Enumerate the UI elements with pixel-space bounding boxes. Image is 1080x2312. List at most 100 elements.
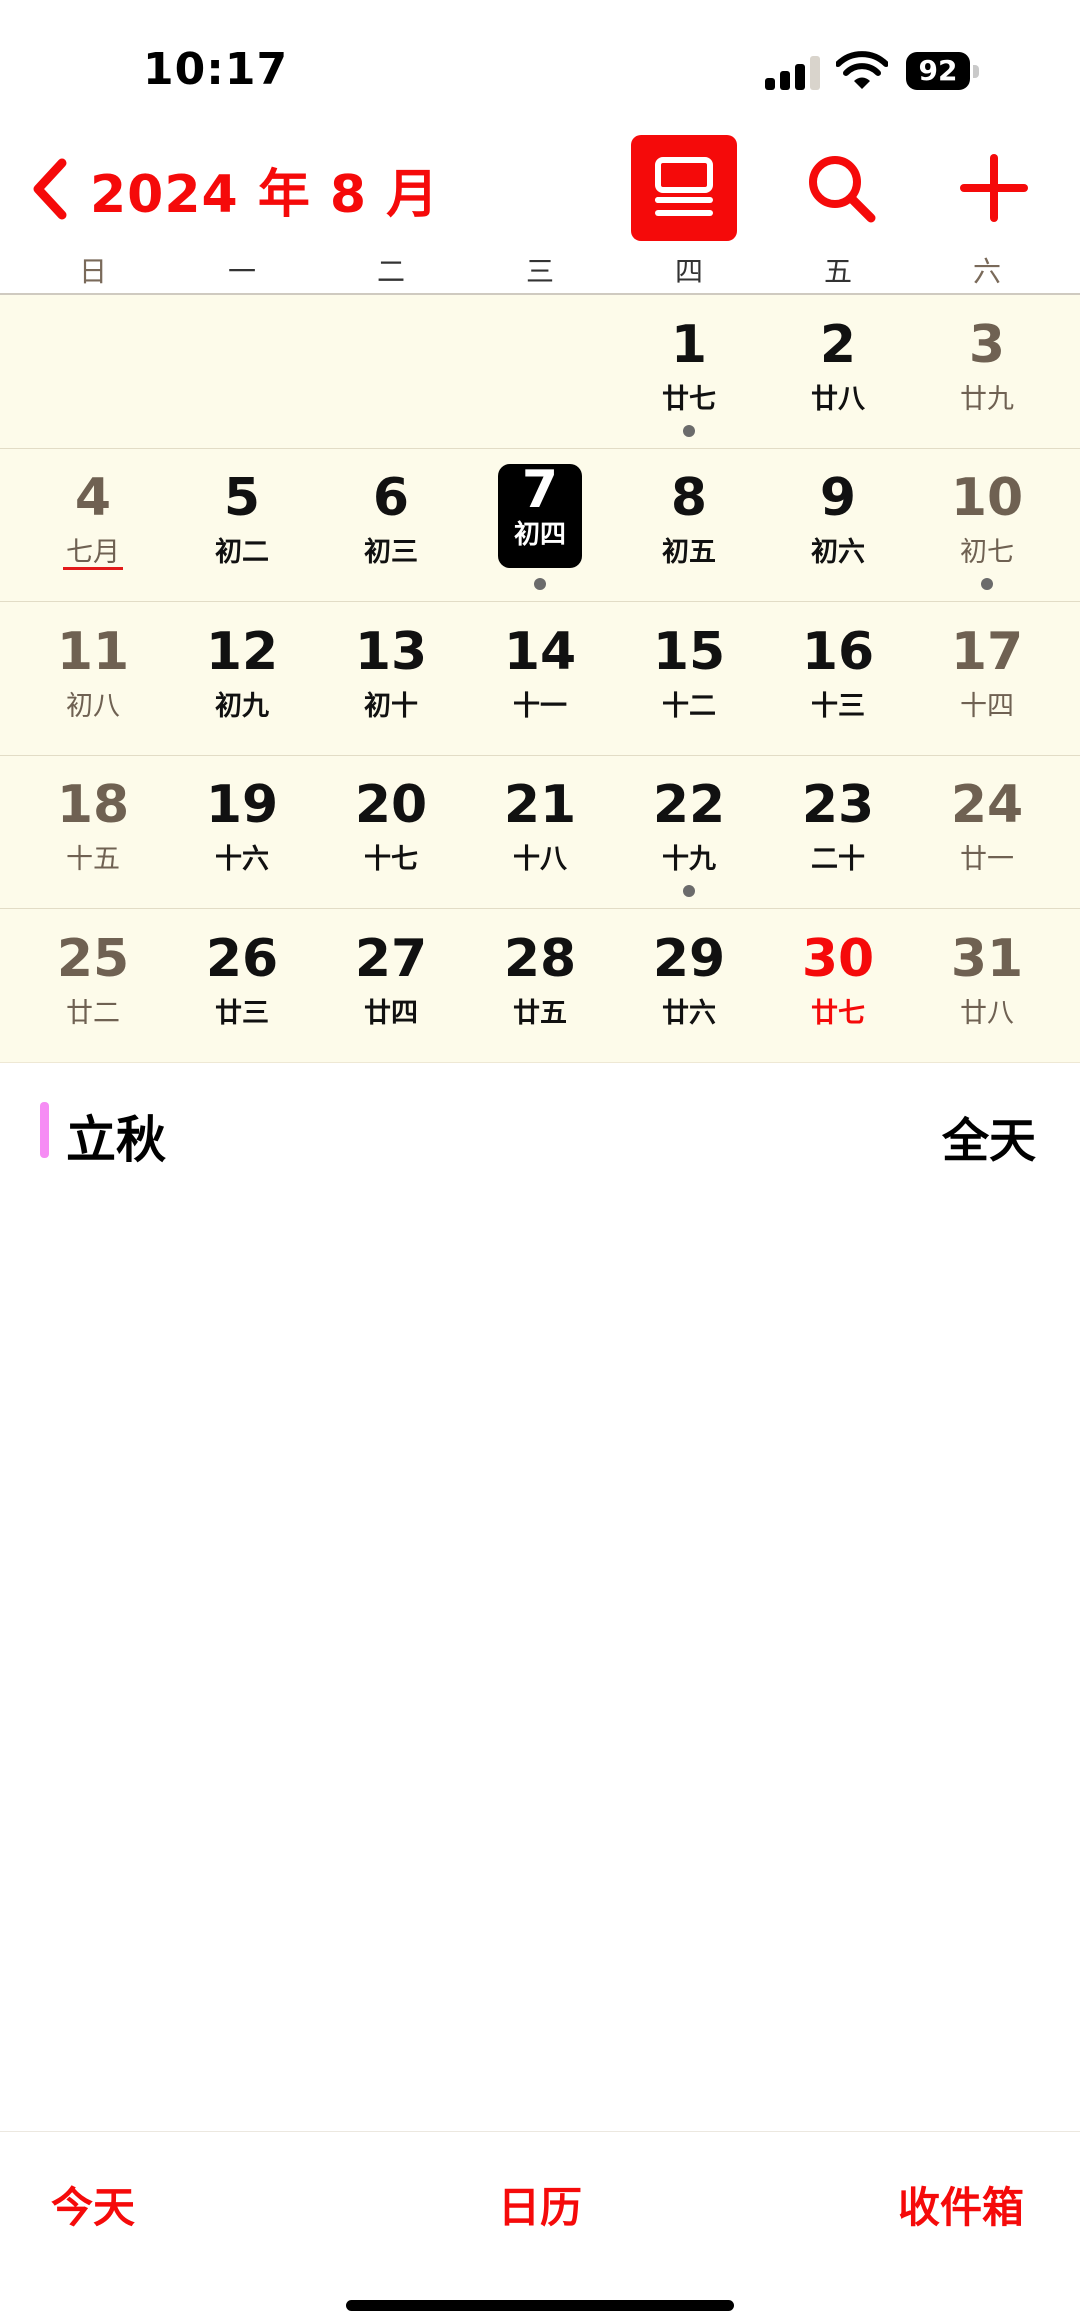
day-cell[interactable]: 29 廿六 <box>615 909 763 1062</box>
day-cell[interactable]: 3 廿九 <box>913 295 1061 448</box>
add-event-button[interactable] <box>958 152 1030 224</box>
month-title: 2024 年 8 月 <box>90 164 440 225</box>
calendars-tab[interactable]: 日历 <box>498 2174 582 2235</box>
day-cell[interactable]: 16 十三 <box>764 602 912 755</box>
event-indicator-dot <box>981 578 993 590</box>
day-cell[interactable]: 17 十四 <box>913 602 1061 755</box>
day-number: 11 <box>56 622 130 682</box>
list-view-button[interactable] <box>631 135 737 241</box>
day-number: 12 <box>205 622 279 682</box>
event-time: 全天 <box>942 1114 1036 1169</box>
plus-icon <box>960 154 1028 222</box>
day-cell[interactable]: 21 十八 <box>466 755 614 908</box>
day-number: 27 <box>354 929 428 989</box>
lunar-date: 十七 <box>364 844 418 875</box>
day-number: 8 <box>670 468 708 528</box>
list-view-icon <box>655 157 713 216</box>
lunar-date: 初十 <box>364 691 418 722</box>
day-cell[interactable]: 18 十五 <box>19 755 167 908</box>
battery-icon: 92 <box>906 52 979 92</box>
week-row: 18 十五 19 十六 20 十七 21 十八 22 十九 23 二十 24 廿一 <box>0 755 1080 909</box>
day-cell[interactable]: 8 初五 <box>615 448 763 601</box>
day-cell[interactable]: 24 廿一 <box>913 755 1061 908</box>
lunar-date: 十五 <box>66 844 120 875</box>
status-time: 10:17 <box>143 44 289 95</box>
day-number: 18 <box>56 775 130 835</box>
nav-bar: 2024 年 8 月 <box>0 130 1080 250</box>
chevron-left-icon <box>33 158 67 220</box>
day-cell[interactable]: 13 初十 <box>317 602 465 755</box>
day-cell[interactable]: 6 初三 <box>317 448 465 601</box>
day-number: 25 <box>56 929 130 989</box>
day-number: 28 <box>503 929 577 989</box>
lunar-date: 十一 <box>513 691 567 722</box>
day-number: 16 <box>801 622 875 682</box>
lunar-date: 初九 <box>215 691 269 722</box>
day-number: 30 <box>801 929 875 989</box>
tab-bar: 今天 日历 收件箱 <box>0 2131 1080 2312</box>
day-cell[interactable]: 28 廿五 <box>466 909 614 1062</box>
event-color-bar <box>40 1102 49 1158</box>
lunar-date: 七月 <box>66 537 120 568</box>
day-cell[interactable]: 30 廿七 <box>764 909 912 1062</box>
lunar-date: 廿六 <box>662 998 716 1029</box>
week-row: 11 初八 12 初九 13 初十 14 十一 15 十二 16 十三 17 十四 <box>0 602 1080 756</box>
day-number: 20 <box>354 775 428 835</box>
lunar-month-underline <box>63 567 123 570</box>
day-cell[interactable]: 11 初八 <box>19 602 167 755</box>
lunar-date: 十八 <box>513 844 567 875</box>
lunar-date: 十三 <box>811 691 865 722</box>
back-button[interactable]: 2024 年 8 月 <box>28 154 440 225</box>
day-cell[interactable]: 22 十九 <box>615 755 763 908</box>
event-item[interactable]: 立秋 全天 <box>0 1090 1080 1170</box>
day-cell[interactable]: 25 廿二 <box>19 909 167 1062</box>
lunar-date: 廿七 <box>662 384 716 415</box>
day-cell[interactable]: 2 廿八 <box>764 295 912 448</box>
lunar-date: 初四 <box>513 520 566 550</box>
day-cell[interactable]: 27 廿四 <box>317 909 465 1062</box>
day-number: 15 <box>652 622 726 682</box>
day-cell[interactable]: 7 初四 <box>466 448 614 601</box>
day-cell[interactable]: 9 初六 <box>764 448 912 601</box>
cellular-signal-icon <box>765 54 821 90</box>
weekday-sat: 六 <box>972 255 1001 288</box>
day-cell[interactable]: 20 十七 <box>317 755 465 908</box>
day-cell[interactable]: 14 十一 <box>466 602 614 755</box>
day-cell[interactable]: 26 廿三 <box>168 909 316 1062</box>
day-number: 6 <box>372 468 410 528</box>
event-indicator-dot <box>534 578 546 590</box>
day-number: 19 <box>205 775 279 835</box>
month-grid: 1 廿七 2 廿八 3 廿九 4 七月 5 初二 6 初三 7 初四 8 初五 9 初六 10 初七 11 初八 12 初九 1… <box>0 295 1080 1063</box>
lunar-date: 廿八 <box>811 384 865 415</box>
status-bar: 10:17 92 <box>0 0 1080 130</box>
weekday-wed: 三 <box>525 255 554 288</box>
day-cell[interactable]: 1 廿七 <box>615 295 763 448</box>
day-cell[interactable]: 12 初九 <box>168 602 316 755</box>
day-number: 14 <box>503 622 577 682</box>
day-number: 31 <box>950 929 1024 989</box>
day-number: 13 <box>354 622 428 682</box>
day-number: 26 <box>205 929 279 989</box>
home-indicator <box>346 2300 734 2311</box>
day-number: 29 <box>652 929 726 989</box>
search-button[interactable] <box>805 152 877 224</box>
lunar-date: 十四 <box>960 691 1014 722</box>
lunar-date: 十九 <box>662 844 716 875</box>
day-cell[interactable]: 23 二十 <box>764 755 912 908</box>
lunar-date: 初八 <box>66 691 120 722</box>
day-cell[interactable]: 10 初七 <box>913 448 1061 601</box>
inbox-tab[interactable]: 收件箱 <box>898 2174 1024 2235</box>
weekday-mon: 一 <box>227 255 256 288</box>
event-title: 立秋 <box>66 1111 166 1169</box>
weekday-tue: 二 <box>376 255 405 288</box>
day-cell[interactable]: 4 七月 <box>19 448 167 601</box>
lunar-date: 初五 <box>662 537 716 568</box>
day-cell[interactable]: 15 十二 <box>615 602 763 755</box>
today-tab[interactable]: 今天 <box>51 2174 135 2235</box>
day-number: 5 <box>223 468 261 528</box>
day-cell[interactable]: 31 廿八 <box>913 909 1061 1062</box>
day-cell[interactable]: 5 初二 <box>168 448 316 601</box>
lunar-date: 廿五 <box>513 998 567 1029</box>
day-cell[interactable]: 19 十六 <box>168 755 316 908</box>
day-number: 10 <box>950 468 1024 528</box>
